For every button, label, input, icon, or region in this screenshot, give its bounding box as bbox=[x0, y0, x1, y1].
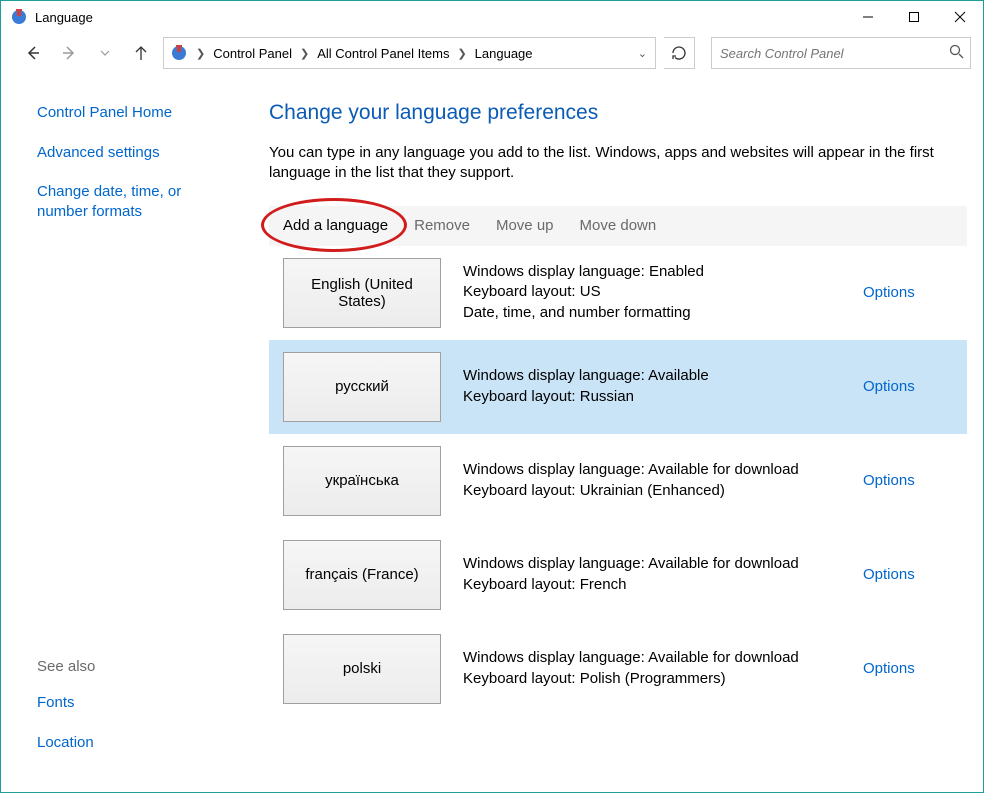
options-link[interactable]: Options bbox=[863, 284, 915, 301]
body: Control Panel Home Advanced settings Cha… bbox=[1, 73, 983, 792]
language-info-line: Windows display language: Available for … bbox=[463, 648, 863, 668]
language-options: Options bbox=[863, 472, 953, 489]
breadcrumb-icon bbox=[170, 44, 188, 62]
language-info: Windows display language: Available for … bbox=[441, 648, 863, 689]
chevron-right-icon[interactable]: ❯ bbox=[190, 47, 211, 60]
window: Language ❯ Control Panel ❯ All Control P… bbox=[0, 0, 984, 793]
page-title: Change your language preferences bbox=[269, 101, 967, 125]
language-tile[interactable]: English (United States) bbox=[283, 258, 441, 328]
language-info-line: Windows display language: Available for … bbox=[463, 460, 863, 480]
language-tile[interactable]: polski bbox=[283, 634, 441, 704]
see-also-label: See also bbox=[37, 658, 229, 675]
language-tile[interactable]: русский bbox=[283, 352, 441, 422]
move-up-button[interactable]: Move up bbox=[496, 217, 554, 234]
language-options: Options bbox=[863, 284, 953, 301]
up-button[interactable] bbox=[127, 39, 155, 67]
language-row[interactable]: polski Windows display language: Availabl… bbox=[269, 622, 967, 716]
language-options: Options bbox=[863, 660, 953, 677]
search-icon[interactable] bbox=[949, 44, 964, 63]
navbar: ❯ Control Panel ❯ All Control Panel Item… bbox=[1, 33, 983, 73]
language-info-line: Date, time, and number formatting bbox=[463, 303, 863, 323]
chevron-down-icon[interactable]: ⌄ bbox=[634, 47, 651, 60]
language-info: Windows display language: Available for … bbox=[441, 554, 863, 595]
add-language-button[interactable]: Add a language bbox=[283, 217, 388, 234]
app-icon bbox=[9, 7, 29, 27]
language-info-line: Keyboard layout: Russian bbox=[463, 387, 863, 407]
sidebar-link-datetime[interactable]: Change date, time, or number formats bbox=[37, 182, 229, 221]
language-row[interactable]: русскийWindows display language: Availab… bbox=[269, 340, 967, 434]
page-description: You can type in any language you add to … bbox=[269, 143, 949, 184]
options-link[interactable]: Options bbox=[863, 378, 915, 395]
search-input[interactable] bbox=[718, 45, 949, 62]
sidebar-home-link[interactable]: Control Panel Home bbox=[37, 103, 229, 123]
language-list: English (United States)Windows display l… bbox=[269, 246, 967, 716]
sidebar-link-fonts[interactable]: Fonts bbox=[37, 693, 229, 713]
language-tile[interactable]: українська bbox=[283, 446, 441, 516]
language-info: Windows display language: Available for … bbox=[441, 460, 863, 501]
move-down-button[interactable]: Move down bbox=[580, 217, 657, 234]
sidebar-link-advanced[interactable]: Advanced settings bbox=[37, 143, 229, 163]
language-info-line: Keyboard layout: US bbox=[463, 282, 863, 302]
language-info-line: Windows display language: Enabled bbox=[463, 262, 863, 282]
sidebar-link-location[interactable]: Location bbox=[37, 733, 229, 753]
breadcrumb-item[interactable]: All Control Panel Items bbox=[315, 44, 451, 63]
breadcrumb-item[interactable]: Control Panel bbox=[211, 44, 294, 63]
options-link[interactable]: Options bbox=[863, 660, 915, 677]
refresh-button[interactable] bbox=[664, 37, 695, 69]
close-button[interactable] bbox=[937, 1, 983, 33]
language-info-line: Keyboard layout: French bbox=[463, 575, 863, 595]
language-row[interactable]: English (United States)Windows display l… bbox=[269, 246, 967, 340]
language-info-line: Keyboard layout: Ukrainian (Enhanced) bbox=[463, 481, 863, 501]
search-box[interactable] bbox=[711, 37, 971, 69]
recent-dropdown[interactable] bbox=[91, 39, 119, 67]
language-info: Windows display language: EnabledKeyboar… bbox=[441, 262, 863, 323]
titlebar: Language bbox=[1, 1, 983, 33]
toolbar: Add a language Remove Move up Move down bbox=[269, 206, 967, 246]
language-info-line: Keyboard layout: Polish (Programmers) bbox=[463, 669, 863, 689]
breadcrumb[interactable]: ❯ Control Panel ❯ All Control Panel Item… bbox=[163, 37, 656, 69]
minimize-button[interactable] bbox=[845, 1, 891, 33]
language-options: Options bbox=[863, 378, 953, 395]
chevron-right-icon[interactable]: ❯ bbox=[451, 47, 472, 60]
sidebar: Control Panel Home Advanced settings Cha… bbox=[1, 73, 249, 792]
language-row[interactable]: français (France) Windows display languag… bbox=[269, 528, 967, 622]
options-link[interactable]: Options bbox=[863, 472, 915, 489]
language-info-line: Windows display language: Available for … bbox=[463, 554, 863, 574]
window-title: Language bbox=[35, 10, 93, 25]
language-tile[interactable]: français (France) bbox=[283, 540, 441, 610]
language-info: Windows display language: AvailableKeybo… bbox=[441, 366, 863, 407]
options-link[interactable]: Options bbox=[863, 566, 915, 583]
maximize-button[interactable] bbox=[891, 1, 937, 33]
chevron-right-icon[interactable]: ❯ bbox=[294, 47, 315, 60]
window-controls bbox=[845, 1, 983, 33]
breadcrumb-item[interactable]: Language bbox=[473, 44, 535, 63]
content: Change your language preferences You can… bbox=[249, 73, 983, 792]
back-button[interactable] bbox=[19, 39, 47, 67]
language-options: Options bbox=[863, 566, 953, 583]
language-info-line: Windows display language: Available bbox=[463, 366, 863, 386]
remove-button[interactable]: Remove bbox=[414, 217, 470, 234]
forward-button[interactable] bbox=[55, 39, 83, 67]
language-row[interactable]: українська Windows display language: Avai… bbox=[269, 434, 967, 528]
